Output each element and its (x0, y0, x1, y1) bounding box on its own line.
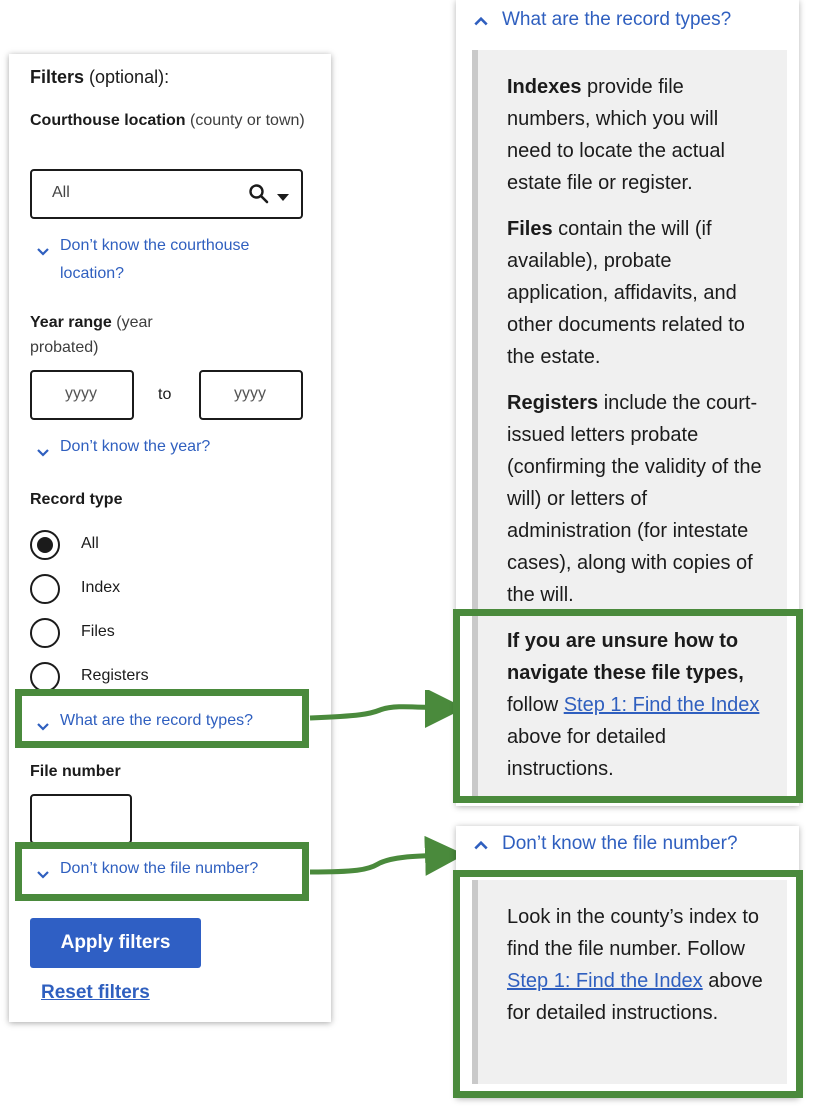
radio-all[interactable]: All (30, 530, 230, 564)
chevron-up-icon (473, 13, 489, 35)
year-from-input[interactable]: yyyy (30, 370, 134, 420)
search-icon (248, 183, 270, 210)
radio-registers[interactable]: Registers (30, 662, 230, 690)
radio-button-selected[interactable] (30, 530, 60, 560)
radio-label: Registers (81, 667, 149, 684)
year-from-placeholder: yyyy (65, 385, 97, 402)
radio-files[interactable]: Files (30, 618, 230, 652)
chevron-down-icon (36, 238, 50, 266)
highlight-box (15, 689, 309, 748)
year-help-label: Don’t know the year? (60, 438, 211, 455)
radio-label: All (81, 535, 99, 552)
indexes-paragraph: Indexes provide file numbers, which you … (507, 76, 725, 194)
radio-button[interactable] (30, 618, 60, 648)
year-range-label: Year range (year probated) (30, 314, 153, 356)
connector-arrows (309, 690, 460, 876)
record-types-title: What are the record types? (502, 9, 732, 30)
courthouse-help-toggle[interactable]: Don’t know the courthouse location? (36, 232, 306, 288)
radio-label: Index (81, 579, 121, 596)
year-to-input[interactable]: yyyy (199, 370, 303, 420)
year-to-placeholder: yyyy (234, 385, 266, 402)
courthouse-help-label: Don’t know the courthouse location? (60, 237, 250, 282)
radio-button[interactable] (30, 662, 60, 690)
radio-button[interactable] (30, 574, 60, 604)
caret-down-icon[interactable] (276, 189, 290, 207)
filters-heading: Filters (optional): (30, 67, 170, 87)
chevron-up-icon (473, 837, 489, 859)
radio-label: Files (81, 623, 115, 640)
highlight-box (453, 609, 803, 803)
courthouse-label: Courthouse location (county or town) (30, 112, 305, 129)
record-type-label: Record type (30, 491, 123, 508)
reset-filters-link[interactable]: Reset filters (41, 982, 150, 1004)
file-number-input[interactable] (30, 794, 132, 844)
courthouse-combobox[interactable]: All (30, 169, 303, 219)
highlight-box (15, 842, 309, 901)
apply-filters-button[interactable]: Apply filters (30, 918, 201, 968)
record-types-accordion-header[interactable]: What are the record types? (473, 9, 731, 31)
file-number-label: File number (30, 763, 121, 780)
courthouse-value: All (52, 184, 70, 201)
highlight-box (453, 870, 803, 1098)
files-paragraph: Files contain the will (if available), p… (507, 218, 745, 368)
radio-index[interactable]: Index (30, 574, 230, 608)
year-help-toggle[interactable]: Don’t know the year? (36, 433, 306, 461)
year-to-text: to (158, 386, 172, 403)
chevron-down-icon (36, 439, 50, 467)
registers-paragraph: Registers include the court-issued lette… (507, 392, 762, 606)
file-number-title: Don’t know the file number? (502, 833, 738, 854)
file-number-accordion-header[interactable]: Don’t know the file number? (473, 833, 738, 855)
